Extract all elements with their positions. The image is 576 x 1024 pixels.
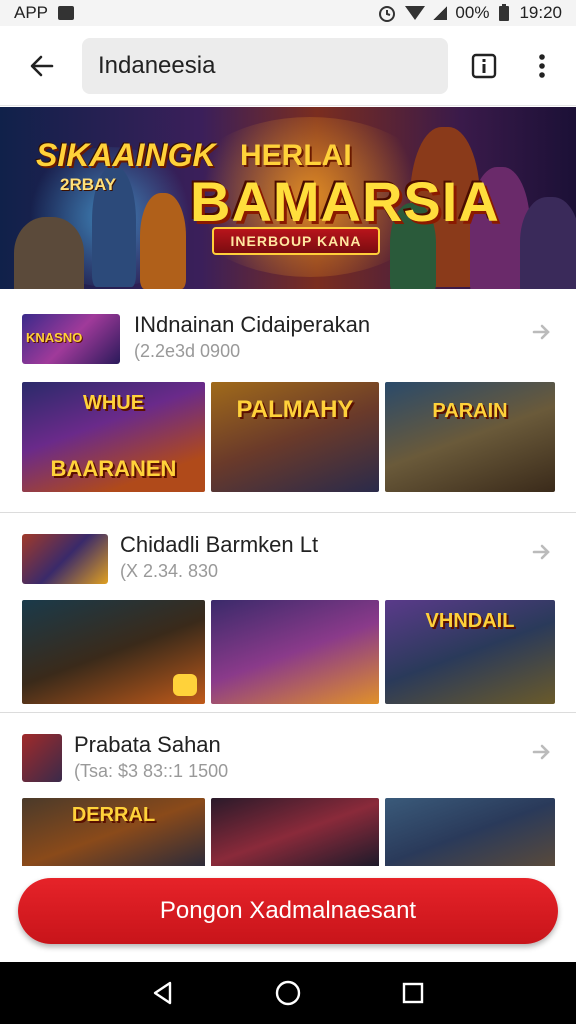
section-title: INdnainan Cidaiperakan — [134, 312, 371, 337]
info-button[interactable] — [462, 42, 506, 90]
screenshot-thumb[interactable]: PALMAHY — [211, 382, 379, 492]
hero-character — [140, 193, 186, 289]
hero-main-title: BAMARSIA — [190, 170, 500, 233]
thumb-caption: BAARANEN — [50, 456, 177, 481]
status-right: 00% 19:20 — [377, 3, 562, 23]
app-bar: Indaneesia — [0, 26, 576, 106]
wifi-icon — [405, 6, 426, 20]
hero-ribbon: INERBOUP KANA — [212, 227, 380, 255]
arrow-right-icon — [532, 744, 550, 760]
hero-left-subtitle: 2RBAY — [60, 175, 117, 194]
recents-square-icon — [403, 982, 424, 1004]
section-app-icon — [22, 534, 108, 584]
search-value: Indaneesia — [98, 52, 216, 79]
screenshot-thumb[interactable]: PARAIN — [385, 382, 555, 492]
hero-left-title: SIKAAINGK — [36, 137, 216, 173]
section-app-icon — [22, 734, 62, 782]
thumb-caption: DERRAL — [71, 804, 156, 826]
hero-building — [14, 217, 84, 289]
hero-banner[interactable]: SIKAAINGK 2RBAY HERLAI BAMARSIA INERBOUP… — [0, 107, 576, 289]
section-meta: (X 2.34. 830 — [120, 561, 219, 581]
screenshot-row: DERRAL — [22, 798, 555, 868]
thumb-caption: PALMAHY — [236, 396, 354, 423]
notification-icon — [58, 6, 75, 20]
section-divider — [0, 512, 576, 513]
section-title: Chidadli Barmken Lt — [120, 532, 319, 557]
status-left: APP — [14, 3, 75, 23]
back-button[interactable] — [14, 38, 70, 94]
arrow-right-icon — [532, 324, 550, 340]
nav-back-button[interactable] — [139, 969, 187, 1017]
cta-area: Pongon Xadmalnaesant — [0, 866, 576, 962]
section-divider — [0, 712, 576, 713]
section-title: Prabata Sahan — [74, 732, 221, 757]
nav-recents-button[interactable] — [389, 969, 437, 1017]
more-vert-icon — [539, 54, 545, 78]
screenshot-thumb[interactable] — [385, 798, 555, 868]
status-time: 19:20 — [519, 3, 562, 22]
primary-action-button[interactable]: Pongon Xadmalnaesant — [18, 878, 558, 944]
info-icon — [471, 53, 497, 79]
screenshot-row: VHNDAIL — [22, 600, 555, 704]
app-section: Prabata Sahan (Tsa: $3 83::1 1500 DERRAL — [0, 730, 576, 870]
back-triangle-icon — [153, 981, 171, 1005]
signal-icon — [433, 6, 448, 20]
app-section: Chidadli Barmken Lt (X 2.34. 830 VHNDAIL — [0, 530, 576, 710]
screenshot-thumb[interactable] — [211, 798, 379, 868]
hero-character — [520, 197, 576, 289]
app-screen: APP 00% 19:20 Indaneesia SIKAAINGK 2RBAY… — [0, 0, 576, 1024]
emoji-badge-icon — [173, 674, 197, 696]
hero-top-text: HERLAI — [240, 139, 352, 172]
section-icon-text: KNASNO — [26, 330, 83, 345]
section-arrow-button[interactable] — [530, 540, 554, 564]
arrow-right-icon — [532, 544, 550, 560]
section-arrow-button[interactable] — [530, 320, 554, 344]
screenshot-thumb[interactable]: DERRAL — [22, 798, 205, 868]
alarm-icon — [379, 6, 396, 22]
battery-icon — [499, 4, 510, 21]
more-options-button[interactable] — [520, 42, 564, 90]
section-header[interactable]: Chidadli Barmken Lt (X 2.34. 830 — [0, 530, 576, 598]
thumb-caption: PARAIN — [432, 400, 508, 422]
section-meta: (Tsa: $3 83::1 1500 — [74, 761, 229, 781]
screenshot-thumb[interactable]: VHNDAIL — [385, 600, 555, 704]
search-field[interactable]: Indaneesia — [82, 38, 448, 94]
section-header[interactable]: Prabata Sahan (Tsa: $3 83::1 1500 — [0, 730, 576, 798]
section-app-icon: KNASNO — [22, 314, 120, 364]
battery-text: 00% — [455, 3, 490, 22]
nav-home-button[interactable] — [264, 969, 312, 1017]
status-bar: APP 00% 19:20 — [0, 0, 576, 26]
status-app-label: APP — [14, 3, 49, 22]
screenshot-thumb[interactable]: WHUE BAARANEN — [22, 382, 205, 492]
section-arrow-button[interactable] — [530, 740, 554, 764]
back-arrow-icon — [30, 55, 54, 76]
section-header[interactable]: KNASNO INdnainan Cidaiperakan (2.2e3d 09… — [0, 310, 576, 378]
app-section: KNASNO INdnainan Cidaiperakan (2.2e3d 09… — [0, 310, 576, 510]
screenshot-thumb[interactable] — [211, 600, 379, 704]
screenshot-thumb[interactable] — [22, 600, 205, 704]
screenshot-row: WHUE BAARANEN PALMAHY PARAIN — [22, 382, 555, 492]
thumb-caption: VHNDAIL — [425, 610, 515, 632]
section-meta: (2.2e3d 0900 — [134, 341, 241, 361]
home-circle-icon — [275, 980, 301, 1006]
system-nav-bar — [0, 962, 576, 1024]
thumb-caption: WHUE — [82, 392, 145, 414]
